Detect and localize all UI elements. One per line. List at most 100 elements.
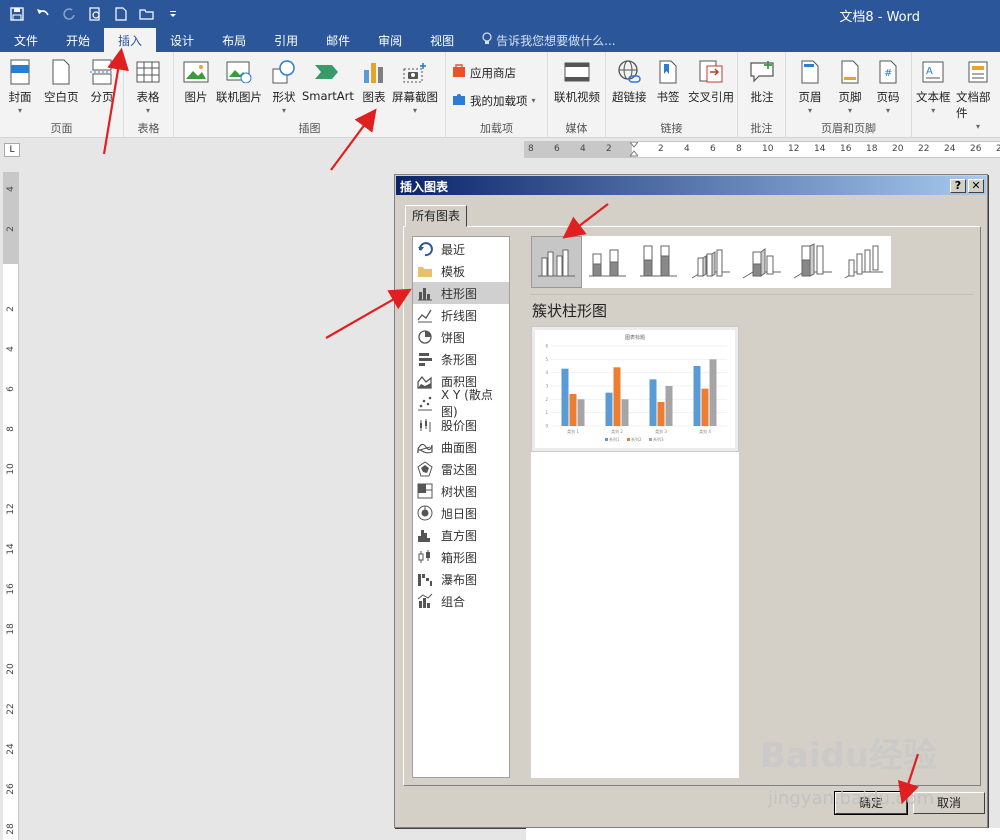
help-button[interactable]: ? — [950, 179, 966, 193]
stacked-column-icon[interactable] — [582, 236, 633, 288]
chart-type-item[interactable]: 曲面图 — [413, 436, 509, 458]
store-button[interactable]: 应用商店 — [452, 64, 516, 81]
chart-type-item[interactable]: 最近 — [413, 238, 509, 260]
stock-chart-icon — [417, 417, 433, 433]
save-icon[interactable] — [6, 3, 28, 25]
3d-100-stacked-column-icon[interactable] — [786, 236, 837, 288]
folder-icon — [417, 263, 433, 279]
tab-review[interactable]: 审阅 — [364, 28, 416, 52]
open-folder-icon[interactable] — [136, 3, 158, 25]
tab-home[interactable]: 开始 — [52, 28, 104, 52]
redo-icon[interactable] — [58, 3, 80, 25]
ruler-tick: 18 — [866, 144, 878, 154]
ruler-tick: 6 — [554, 144, 560, 154]
chart-type-label: 柱形图 — [441, 286, 478, 301]
page-number-icon: # — [874, 58, 902, 86]
chart-type-item[interactable]: 模板 — [413, 260, 509, 282]
page-break-button[interactable]: 分页 — [88, 58, 116, 105]
bookmark-button[interactable]: 书签 — [654, 58, 682, 105]
preview-ytick-label: 3 — [545, 384, 548, 389]
tab-references[interactable]: 引用 — [260, 28, 312, 52]
preview-bar — [577, 399, 585, 426]
undo-icon[interactable] — [32, 3, 54, 25]
chart-type-item[interactable]: 旭日图 — [413, 502, 509, 524]
table-button[interactable]: 表格 ▾ — [134, 58, 162, 115]
ruler-tick: 16 — [840, 144, 852, 154]
customize-qat-icon[interactable] — [162, 3, 184, 25]
chart-type-item[interactable]: 柱形图 — [413, 282, 509, 304]
online-picture-button[interactable]: 联机图片 — [216, 58, 262, 105]
chart-type-item[interactable]: 箱形图 — [413, 546, 509, 568]
tell-me-placeholder: 告诉我您想要做什么... — [496, 33, 616, 48]
chart-type-item[interactable]: X Y (散点图) — [413, 388, 509, 419]
picture-button[interactable]: 图片 — [182, 58, 210, 105]
textbox-button[interactable]: A 文本框 ▾ — [916, 58, 951, 115]
my-addins-button[interactable]: 我的加载项 ▾ — [452, 92, 536, 109]
chart-type-item[interactable]: 瀑布图 — [413, 568, 509, 590]
ruler-tick: 12 — [6, 503, 16, 515]
blank-page-button[interactable]: 空白页 — [44, 58, 79, 105]
tab-selector[interactable]: L — [4, 143, 20, 157]
page-number-button[interactable]: # 页码 ▾ — [874, 58, 902, 115]
new-doc-icon[interactable] — [110, 3, 132, 25]
horizontal-ruler[interactable]: 8642246810121416182022242628 — [524, 141, 1000, 158]
chart-type-item[interactable]: 雷达图 — [413, 458, 509, 480]
indent-marker[interactable] — [628, 141, 640, 158]
ruler-tick: 6 — [710, 144, 716, 154]
comment-button[interactable]: 批注 — [748, 58, 776, 105]
tell-me-box[interactable]: 告诉我您想要做什么... — [482, 28, 616, 52]
100-stacked-column-icon[interactable] — [633, 236, 684, 288]
group-media: 联机视频 媒体 — [548, 52, 606, 138]
3d-column-icon[interactable] — [837, 236, 888, 288]
chart-button[interactable]: 图表 — [360, 58, 388, 105]
cross-reference-button[interactable]: 交叉引用 — [688, 58, 734, 105]
shapes-button[interactable]: 形状 ▾ — [270, 58, 298, 115]
clustered-column-icon[interactable] — [531, 236, 582, 288]
group-text: A 文本框 ▾ 文档部件 ▾ — [912, 52, 1000, 138]
online-video-button[interactable]: 联机视频 — [554, 58, 600, 105]
chart-type-item[interactable]: 折线图 — [413, 304, 509, 326]
3d-stacked-column-icon[interactable] — [735, 236, 786, 288]
chart-type-item[interactable]: 直方图 — [413, 524, 509, 546]
chart-preview-thumbnail[interactable]: 图表标题 0 1 2 3 4 5 6 类别 1 类别 2 类别 3 类别 4 系列1 系列2 系列3 — [531, 326, 739, 452]
tab-view[interactable]: 视图 — [416, 28, 468, 52]
preview-chart-title: 图表标题 — [625, 334, 645, 341]
insert-chart-dialog: 插入图表 ? ✕ 所有图表 最近 模板 柱形图 折线图 饼图 条形图 面积图 X Y (散点图… — [394, 174, 988, 828]
tab-design[interactable]: 设计 — [156, 28, 208, 52]
print-preview-icon[interactable] — [84, 3, 106, 25]
chart-type-item[interactable]: 树状图 — [413, 480, 509, 502]
footer-button[interactable]: 页脚 ▾ — [836, 58, 864, 115]
group-label-tables: 表格 — [137, 122, 160, 135]
chart-type-item[interactable]: 条形图 — [413, 348, 509, 370]
cancel-button[interactable]: 取消 — [913, 792, 985, 814]
doc-parts-button[interactable]: 文档部件 ▾ — [956, 58, 1000, 131]
chart-type-item[interactable]: 组合 — [413, 590, 509, 612]
group-label-comments: 批注 — [750, 122, 773, 135]
tab-file[interactable]: 文件 — [0, 28, 52, 52]
close-button[interactable]: ✕ — [968, 179, 984, 193]
screenshot-button[interactable]: 屏幕截图 ▾ — [392, 58, 438, 115]
cover-button[interactable]: 封面 ▾ — [6, 58, 34, 115]
ruler-tick: 20 — [892, 144, 904, 154]
radar-chart-icon — [417, 461, 433, 477]
chart-preview-area: 图表标题 0 1 2 3 4 5 6 类别 1 类别 2 类别 3 类别 4 系列1 系列2 系列3 — [531, 326, 739, 778]
3d-clustered-column-icon[interactable] — [684, 236, 735, 288]
preview-ytick-label: 4 — [545, 370, 548, 375]
document-page-edge — [526, 828, 1000, 840]
group-comments: 批注 批注 — [738, 52, 786, 138]
ruler-tick: 16 — [6, 583, 16, 595]
chart-type-item[interactable]: 饼图 — [413, 326, 509, 348]
chart-type-label: 最近 — [441, 242, 466, 257]
dialog-title-bar[interactable]: 插入图表 ? ✕ — [396, 176, 986, 195]
hyperlink-button[interactable]: 超链接 — [612, 58, 647, 105]
tab-all-charts[interactable]: 所有图表 — [405, 205, 467, 227]
ok-button[interactable]: 确定 — [834, 791, 908, 815]
smartart-button[interactable]: SmartArt — [302, 58, 354, 103]
subtype-title: 簇状柱形图 — [532, 302, 608, 320]
header-button[interactable]: 页眉 ▾ — [796, 58, 824, 115]
vertical-ruler[interactable]: 4 2 2 4 6 8 10 12 14 16 18 20 22 24 26 28 — [3, 172, 19, 840]
ruler-tick: 4 — [6, 346, 16, 352]
tab-mailings[interactable]: 邮件 — [312, 28, 364, 52]
tab-layout[interactable]: 布局 — [208, 28, 260, 52]
tab-insert[interactable]: 插入 — [104, 28, 157, 52]
